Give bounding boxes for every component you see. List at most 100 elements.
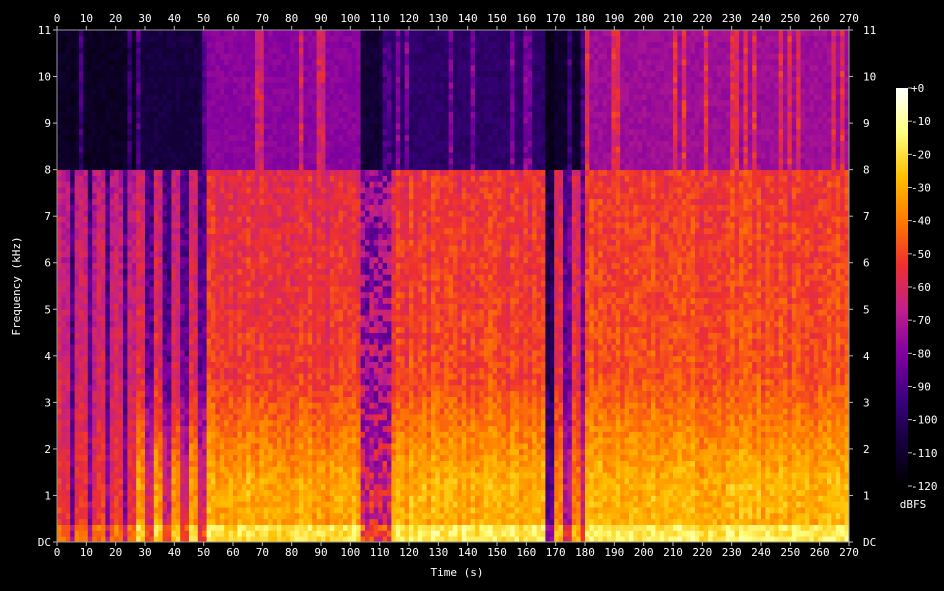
spectrogram-cell [118, 332, 124, 339]
spectrogram-cell [224, 291, 229, 299]
spectrogram-cell [92, 350, 97, 357]
spectrogram-cell [290, 338, 295, 345]
spectrogram-cell [167, 280, 172, 287]
spectrogram-cell [131, 64, 137, 72]
spectrogram-cell [70, 315, 75, 322]
spectrogram-cell [246, 262, 251, 269]
spectrogram-cell [294, 169, 300, 176]
spectrogram-cell [70, 495, 75, 502]
spectrogram-cell [162, 268, 168, 275]
spectrogram-cell [105, 175, 111, 182]
spectrogram-cell [241, 309, 247, 316]
spectrogram-cell [272, 198, 278, 205]
spectrogram-cell [74, 448, 80, 456]
spectrogram-cell [193, 245, 199, 252]
spectrogram-cell [118, 489, 124, 496]
spectrogram-cell [215, 536, 221, 543]
spectrogram-cell [92, 158, 97, 165]
spectrogram-cell [149, 198, 155, 205]
spectrogram-cell [215, 286, 221, 293]
spectrogram-cell [215, 396, 221, 403]
spectrogram-cell [193, 262, 199, 269]
spectrogram-cell [149, 76, 155, 83]
spectrogram-cell [65, 204, 71, 211]
spectrogram-cell [250, 431, 256, 438]
spectrogram-cell [272, 187, 278, 194]
spectrogram-cell [105, 361, 111, 368]
spectrogram-cell [202, 169, 207, 176]
spectrogram-cell [114, 216, 119, 223]
spectrogram-cell [211, 158, 216, 165]
spectrogram-cell [259, 379, 265, 386]
spectrogram-cell [101, 99, 106, 107]
spectrogram-cell [123, 245, 128, 252]
spectrogram-cell [285, 105, 291, 112]
spectrogram-cell [158, 210, 163, 217]
spectrogram-cell [131, 507, 137, 514]
spectrogram-cell [105, 111, 111, 118]
spectrogram-cell [294, 390, 300, 397]
spectrogram-cell [233, 47, 238, 54]
spectrogram-cell [299, 379, 304, 386]
spectrogram-cell [277, 245, 282, 252]
spectrogram-cell [114, 88, 119, 95]
spectrogram-cell [202, 419, 207, 427]
spectrogram-cell [303, 419, 309, 427]
spectrogram-cell [285, 431, 291, 438]
spectrogram-cell [87, 99, 93, 107]
spectrogram-cell [162, 88, 168, 95]
spectrogram-cell [224, 530, 229, 537]
spectrogram-cell [277, 419, 282, 427]
spectrogram-cell [70, 419, 75, 427]
spectrogram-cell [303, 489, 309, 496]
spectrogram-cell [140, 466, 146, 473]
spectrogram-cell [180, 64, 185, 72]
spectrogram-cell [237, 251, 243, 258]
spectrogram-cell [277, 198, 282, 205]
spectrogram-cell [158, 338, 163, 345]
spectrogram-cell [233, 204, 238, 211]
spectrogram-cell [250, 507, 256, 514]
spectrogram-cell [189, 128, 194, 136]
spectrogram-cell [228, 425, 234, 432]
spectrogram-cell [272, 41, 278, 48]
spectrogram-cell [105, 163, 111, 171]
spectrogram-cell [268, 227, 273, 235]
spectrogram-cell [268, 94, 273, 101]
spectrogram-cell [162, 309, 168, 316]
spectrogram-cell [167, 117, 172, 124]
spectrogram-cell [162, 163, 168, 171]
spectrogram-cell [237, 309, 243, 316]
spectrogram-cell [281, 105, 287, 112]
spectrogram-cell [211, 181, 216, 188]
spectrogram-cell [215, 140, 221, 147]
spectrogram-cell [193, 536, 199, 543]
spectrogram-cell [189, 367, 194, 374]
spectrogram-cell [123, 408, 128, 415]
spectrogram-cell [259, 297, 265, 304]
spectrogram-cell [246, 489, 251, 496]
spectrogram-cell [167, 512, 172, 520]
spectrogram-cell [299, 507, 304, 514]
spectrogram-cell [211, 41, 216, 48]
spectrogram-cell [79, 478, 84, 485]
spectrogram-cell [83, 123, 89, 130]
spectrogram-cell [294, 99, 300, 107]
spectrogram-cell [211, 512, 216, 520]
spectrogram-cell [202, 309, 207, 316]
spectrogram-cell [189, 361, 194, 368]
spectrogram-cell [246, 158, 251, 165]
spectrogram-cell [202, 134, 207, 141]
spectrogram-cell [215, 192, 221, 200]
spectrogram-cell [268, 536, 273, 543]
spectrogram-cell [268, 483, 273, 491]
spectrogram-cell [299, 367, 304, 374]
spectrogram-cell [149, 309, 155, 316]
spectrogram-cell [96, 268, 102, 275]
spectrogram-cell [250, 489, 256, 496]
spectrogram-cell [61, 536, 67, 543]
spectrogram-cell [202, 408, 207, 415]
spectrogram-cell [189, 384, 194, 392]
spectrogram-cell [250, 478, 256, 485]
spectrogram-cell [70, 297, 75, 304]
